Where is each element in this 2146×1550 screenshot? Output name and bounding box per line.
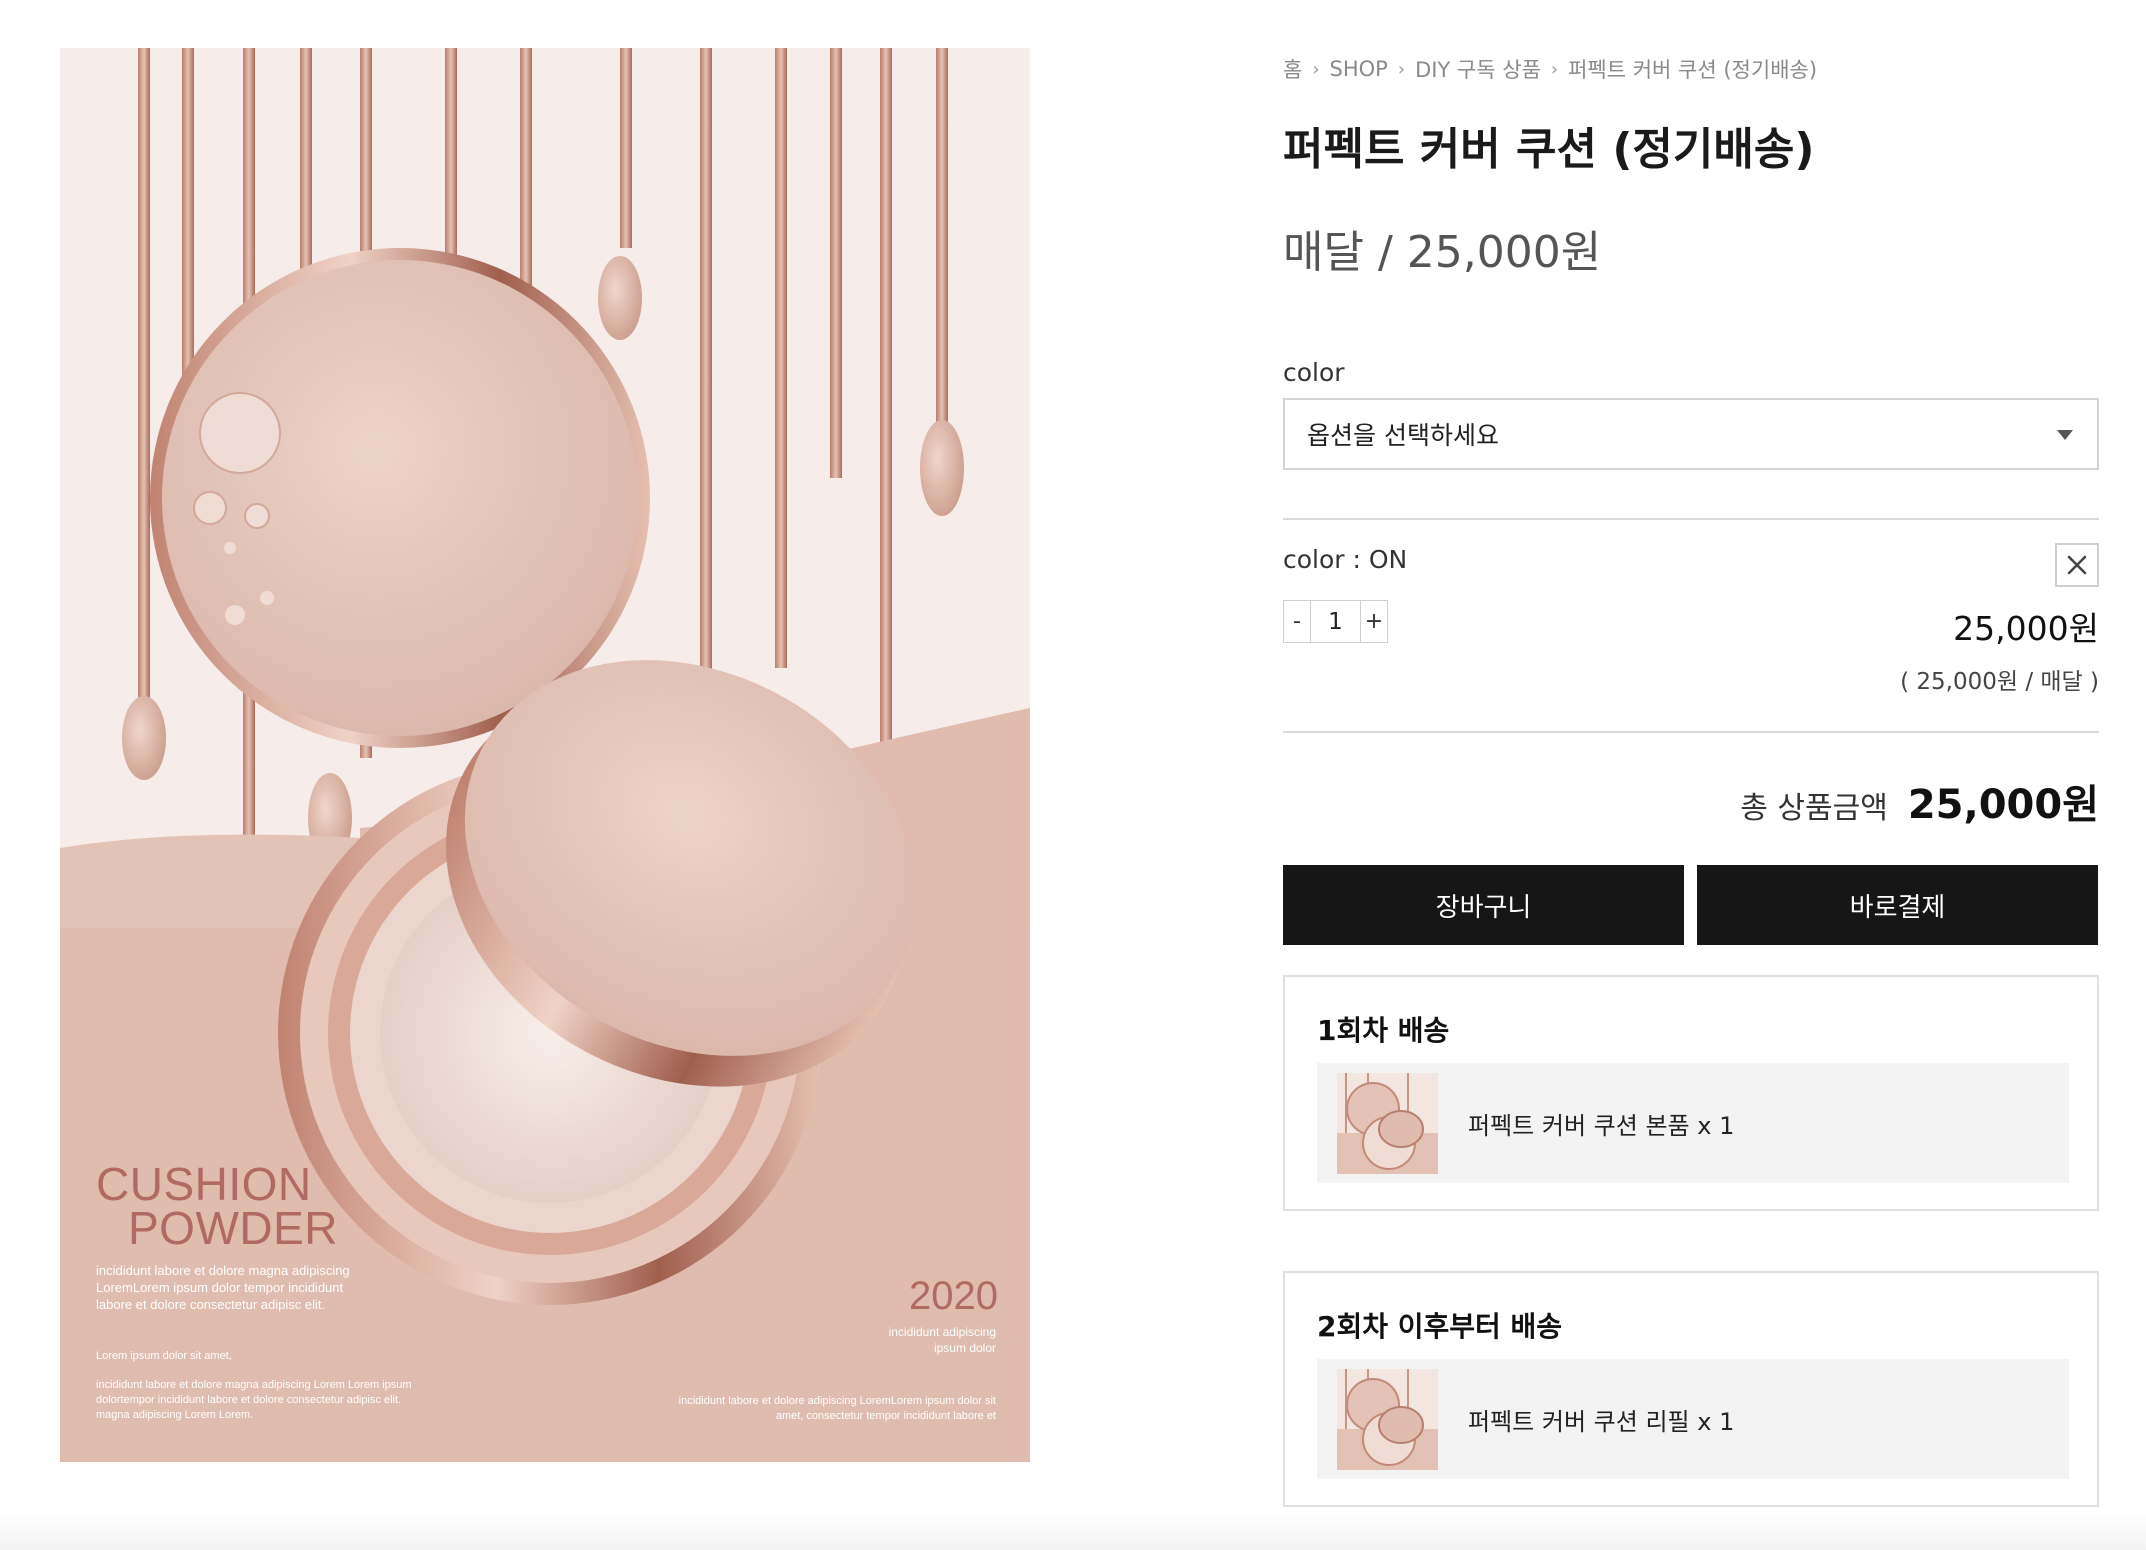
option-price: 25,000원	[1953, 609, 2099, 648]
hero-year-sub: incididunt adipiscing ipsum dolor	[888, 1325, 996, 1355]
caret-down-icon	[2057, 430, 2073, 440]
hero-body-text: incididunt labore et dolore magna adipis…	[96, 1263, 350, 1312]
total-price-label: 총 상품금액	[1740, 791, 1888, 826]
add-to-cart-button[interactable]: 장바구니	[1283, 865, 1684, 945]
buy-now-button[interactable]: 바로결제	[1697, 865, 2098, 945]
total-price-row: 총 상품금액 25,000원	[1740, 772, 2099, 830]
breadcrumb-shop[interactable]: SHOP	[1330, 57, 1388, 81]
color-select[interactable]: 옵션을 선택하세요	[1283, 398, 2099, 470]
product-thumbnail	[1337, 1072, 1438, 1174]
option-label: color	[1283, 358, 1345, 387]
shipping-box-title: 1회차 배송	[1317, 1014, 1450, 1047]
breadcrumb-home[interactable]: 홈	[1283, 54, 1302, 84]
selected-option-label: color : ON	[1283, 545, 1408, 574]
close-icon	[2067, 555, 2087, 575]
breadcrumb-current[interactable]: 퍼펙트 커버 쿠션 (정기배송)	[1568, 54, 1817, 84]
product-price: 매달 / 25,000원	[1283, 227, 1602, 278]
quantity-stepper: - 1 +	[1283, 600, 1388, 643]
shipping-item-name: 퍼펙트 커버 쿠션 본품 x 1	[1468, 1111, 1735, 1140]
chevron-right-icon: ›	[1312, 58, 1320, 80]
breadcrumb: 홈 › SHOP › DIY 구독 상품 › 퍼펙트 커버 쿠션 (정기배송)	[1283, 54, 1817, 84]
shipping-item: 퍼펙트 커버 쿠션 본품 x 1	[1317, 1063, 2069, 1183]
quantity-decrease-button[interactable]: -	[1284, 601, 1310, 642]
divider	[1283, 731, 2099, 733]
hero-sub-text: Lorem ipsum dolor sit amet,	[96, 1350, 232, 1362]
breadcrumb-category[interactable]: DIY 구독 상품	[1415, 54, 1541, 84]
hero-title-line2: POWDER	[128, 1202, 338, 1254]
product-thumbnail	[1337, 1368, 1438, 1470]
chevron-right-icon: ›	[1397, 58, 1406, 80]
quantity-input[interactable]: 1	[1310, 601, 1361, 642]
shipping-box-title: 2회차 이후부터 배송	[1317, 1310, 1563, 1343]
shipping-box-first: 1회차 배송 퍼펙트 커버 쿠션 본품 x 1	[1283, 975, 2099, 1211]
hero-title: CUSHION POWDER	[96, 1161, 338, 1254]
product-title: 퍼펙트 커버 쿠션 (정기배송)	[1283, 124, 1815, 175]
divider	[1283, 518, 2099, 520]
color-select-value: 옵션을 선택하세요	[1307, 421, 1499, 450]
hero-body-text-2: incididunt labore et dolore magna adipis…	[96, 1379, 412, 1421]
shipping-box-subsequent: 2회차 이후부터 배송 퍼펙트 커버 쿠션 리필 x 1	[1283, 1271, 2099, 1507]
hero-year: 2020	[909, 1274, 998, 1318]
quantity-increase-button[interactable]: +	[1361, 601, 1387, 642]
shipping-item: 퍼펙트 커버 쿠션 리필 x 1	[1317, 1359, 2069, 1479]
total-price-value: 25,000원	[1907, 782, 2099, 828]
shipping-item-name: 퍼펙트 커버 쿠션 리필 x 1	[1468, 1407, 1735, 1436]
option-sub-price: ( 25,000원 / 매달 )	[1900, 669, 2099, 695]
product-image: CUSHION POWDER incididunt labore et dolo…	[60, 48, 1030, 1462]
bottom-fade	[0, 1510, 2146, 1550]
hero-body-text-3: incididunt labore et dolore adipiscing L…	[678, 1395, 996, 1422]
remove-option-button[interactable]	[2055, 543, 2099, 587]
chevron-right-icon: ›	[1550, 58, 1559, 80]
